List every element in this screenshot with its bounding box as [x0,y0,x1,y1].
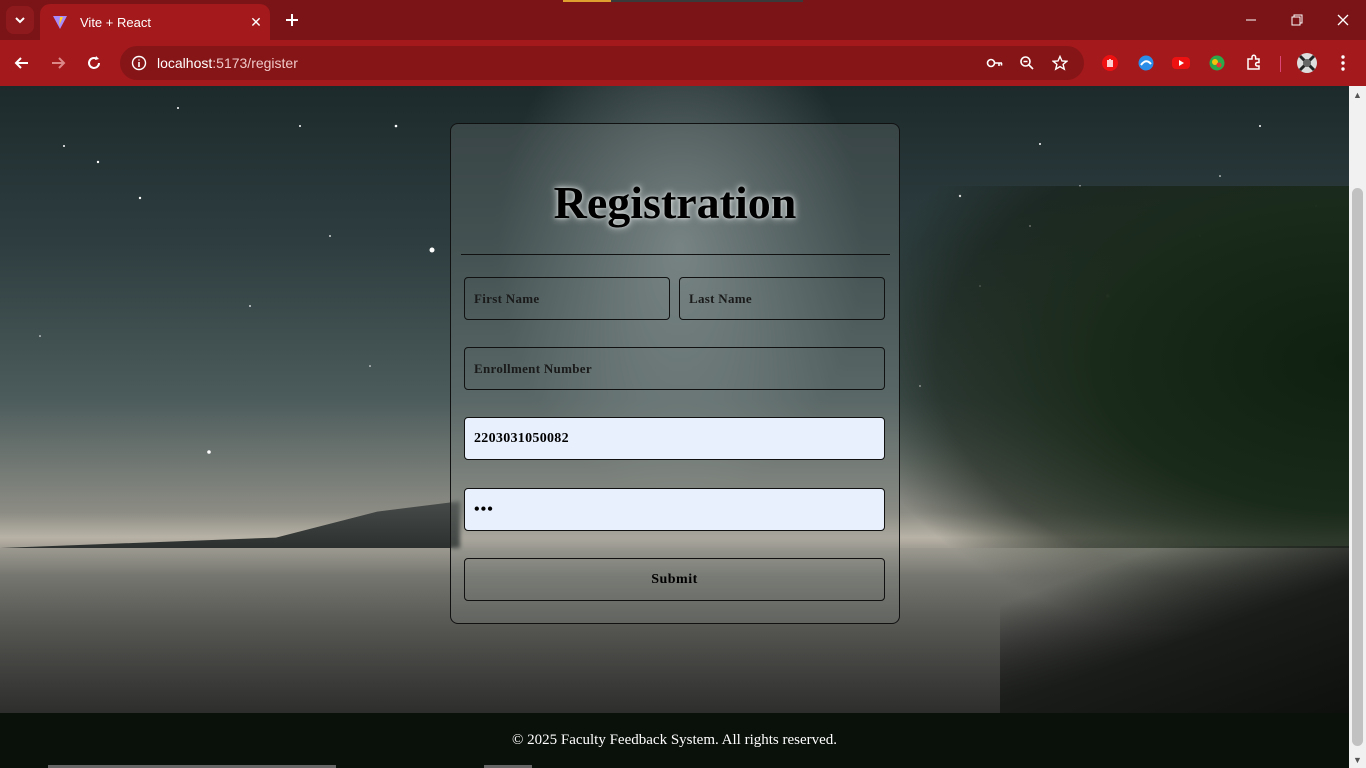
page-title: Registration [553,177,797,228]
window-close-button[interactable] [1320,0,1366,40]
extensions-puzzle-icon[interactable] [1243,52,1265,74]
tab-search-button[interactable] [6,6,34,34]
extension-hand-icon[interactable] [1099,52,1121,74]
password-field[interactable]: ••• [464,488,885,531]
enrollment-number-field[interactable]: Enrollment Number [464,347,885,390]
scroll-down-arrow-icon[interactable]: ▼ [1349,751,1366,768]
url-path: :5173/register [212,55,298,71]
plus-icon [286,14,298,26]
submit-button[interactable]: Submit [464,558,885,601]
lake-shore [1000,546,1349,713]
last-name-field[interactable]: Last Name [679,277,885,320]
reload-icon [88,56,100,69]
copyright-text: © 2025 Faculty Feedback System. All righ… [511,732,838,748]
profile-avatar-icon[interactable] [1296,52,1318,74]
tab-indicator [563,0,611,2]
username-field[interactable]: 2203031050082 [464,417,885,460]
title-divider [461,254,890,255]
tab-title: Vite + React [80,14,151,30]
page-viewport: Registration First Name Last Name Enroll… [0,86,1349,768]
bookmark-star-icon[interactable] [1049,52,1071,74]
minimize-button[interactable] [1228,0,1274,40]
vertical-scrollbar[interactable]: ▲ ▼ [1349,86,1366,768]
tab-indicator-track [611,0,803,2]
reload-button[interactable] [80,49,108,77]
forward-button[interactable] [44,49,72,77]
restore-icon [1291,14,1303,26]
scroll-up-arrow-icon[interactable]: ▲ [1349,86,1366,103]
site-info-icon[interactable] [128,52,150,74]
zoom-icon[interactable] [1016,52,1038,74]
new-tab-button[interactable] [280,8,304,32]
scroll-thumb[interactable] [1352,188,1363,746]
url-host: localhost [157,55,213,71]
restore-button[interactable] [1274,0,1320,40]
page-footer: © 2025 Faculty Feedback System. All righ… [0,713,1349,768]
browser-toolbar: localhost:5173/register [0,40,1366,86]
close-icon[interactable]: ✕ [246,12,266,32]
menu-kebab-icon[interactable] [1332,52,1354,74]
chevron-down-icon [15,17,25,24]
forward-icon [52,57,66,69]
extension-edge-icon[interactable] [1135,52,1157,74]
first-name-field[interactable]: First Name [464,277,670,320]
tab-strip: Vite + React ✕ [0,0,1366,40]
window-close-icon [1337,14,1349,26]
back-button[interactable] [8,49,36,77]
address-bar[interactable]: localhost:5173/register [120,46,1084,80]
extension-youtube-icon[interactable] [1170,52,1192,74]
url-text[interactable]: localhost:5173/register [157,55,298,71]
minimize-icon [1246,19,1256,21]
toolbar-divider [1280,56,1281,72]
registration-form: Registration First Name Last Name Enroll… [450,123,900,624]
back-icon [14,57,28,69]
tab-active[interactable]: Vite + React ✕ [40,4,270,40]
extension-globe-icon[interactable] [1206,52,1228,74]
vite-favicon-icon [53,16,67,29]
password-key-icon[interactable] [984,52,1006,74]
